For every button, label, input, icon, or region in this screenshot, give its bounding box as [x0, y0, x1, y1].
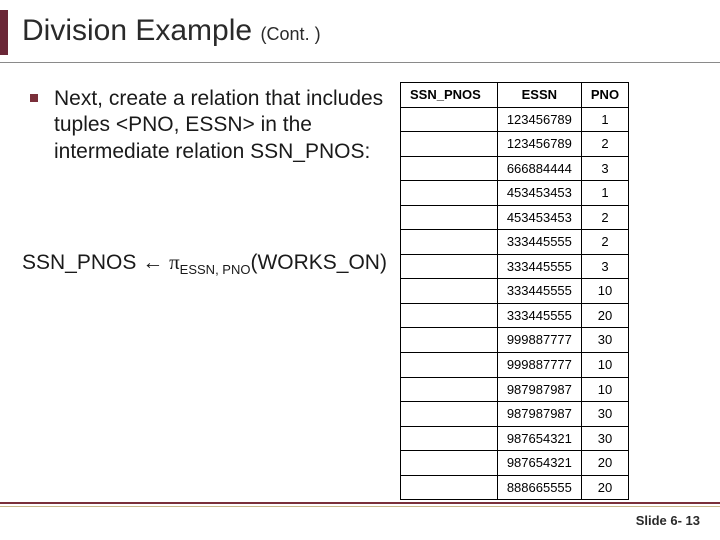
footer-line-thin: [0, 506, 720, 507]
table-row: 6668844443: [401, 156, 629, 181]
pi-symbol: π: [169, 250, 180, 274]
footer-line: [0, 502, 720, 504]
table-row: 4534534531: [401, 181, 629, 206]
body-text: Next, create a relation that includes tu…: [54, 86, 390, 165]
ssn-pnos-table: SSN_PNOS ESSN PNO 1234567891 1234567892 …: [400, 82, 629, 500]
table-row: 1234567891: [401, 107, 629, 132]
table-row: 1234567892: [401, 132, 629, 157]
table-row: 98765432120: [401, 451, 629, 476]
table-row: 88866555520: [401, 475, 629, 500]
title-sub: (Cont. ): [261, 24, 321, 44]
table-row: 3334455552: [401, 230, 629, 255]
formula-arg: (WORKS_ON): [250, 251, 387, 274]
table-row: 98798798710: [401, 377, 629, 402]
title-underline: [0, 62, 720, 63]
table-row: 98798798730: [401, 402, 629, 427]
table-header-row: SSN_PNOS ESSN PNO: [401, 83, 629, 108]
col-header-essn: ESSN: [497, 83, 581, 108]
slide-number: Slide 6- 13: [636, 513, 700, 528]
formula: SSN_PNOS ← πESSN, PNO(WORKS_ON): [22, 250, 387, 277]
title-main: Division Example: [22, 14, 252, 47]
col-header-ssn-pnos: SSN_PNOS: [401, 83, 498, 108]
table-row: 33344555520: [401, 303, 629, 328]
table-row: 99988777730: [401, 328, 629, 353]
formula-lhs: SSN_PNOS: [22, 251, 136, 274]
table-row: 98765432130: [401, 426, 629, 451]
accent-bar: [0, 10, 8, 55]
formula-subscript: ESSN, PNO: [180, 262, 251, 277]
slide-title: Division Example (Cont. ): [22, 14, 321, 48]
table-body: 1234567891 1234567892 6668844443 4534534…: [401, 107, 629, 500]
table-row: 99988777710: [401, 353, 629, 378]
table-row: 4534534532: [401, 205, 629, 230]
table-row: 3334455553: [401, 254, 629, 279]
col-header-pno: PNO: [581, 83, 628, 108]
left-arrow-icon: ←: [142, 250, 163, 274]
bullet-icon: [30, 94, 38, 102]
table-row: 33344555510: [401, 279, 629, 304]
